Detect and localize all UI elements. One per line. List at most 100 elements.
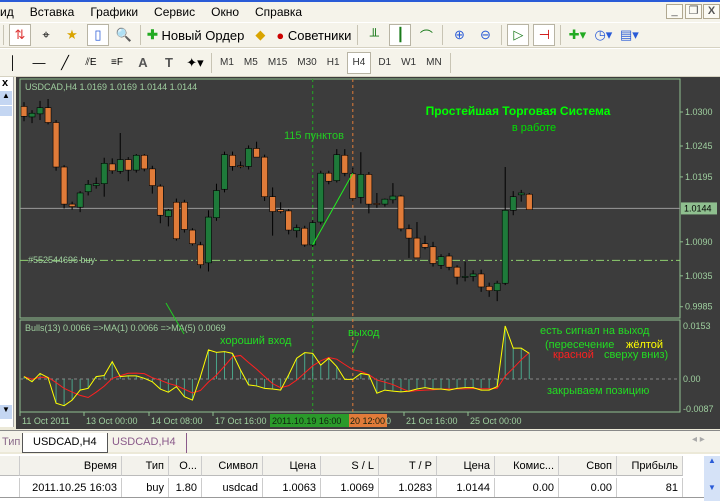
periods-icon[interactable]: ◷▾ xyxy=(592,24,614,46)
candle xyxy=(36,107,44,115)
favorites-icon[interactable]: ★ xyxy=(61,24,83,46)
strategy-subtitle: в работе xyxy=(512,122,556,134)
ma5-line xyxy=(23,352,530,399)
auto-scroll-icon[interactable]: ▷ xyxy=(507,24,530,46)
equidistant-channel-icon[interactable]: ⫽E xyxy=(80,52,102,74)
line-chart-icon[interactable]: ⌒ xyxy=(415,24,437,46)
tf-m5[interactable]: M5 xyxy=(239,57,263,68)
price-tick-label: 1.0195 xyxy=(685,172,713,182)
scroll-down-icon[interactable]: ▼ xyxy=(704,483,720,492)
candle xyxy=(149,168,156,186)
scroll-thumb[interactable] xyxy=(0,106,12,116)
exit-pointer xyxy=(352,339,359,354)
column-header: S / L xyxy=(321,456,379,476)
candle xyxy=(92,183,100,186)
menu-view[interactable]: ид xyxy=(0,5,22,19)
scroll-down-icon[interactable]: ▼ xyxy=(0,405,12,419)
close-position-label: закрываем позицию xyxy=(547,385,649,397)
text-icon[interactable]: A xyxy=(132,52,154,74)
current-price-label: 1.0144 xyxy=(684,203,712,213)
candle xyxy=(205,216,212,264)
chart-tabs: Тип USDCAD,H4 USDCAD,H4 ◂ ▸ xyxy=(0,430,720,453)
navigator-icon[interactable]: ▯ xyxy=(87,24,109,46)
time-label: 14 Oct 08:00 xyxy=(151,416,203,426)
candle xyxy=(357,174,365,198)
tf-mn[interactable]: MN xyxy=(421,57,447,68)
time-label: 13 Oct 00:00 xyxy=(86,416,138,426)
tab-usdcad-h4-active[interactable]: USDCAD,H4 xyxy=(22,433,108,453)
menu-charts[interactable]: Графики xyxy=(82,5,146,19)
bar-chart-icon[interactable]: ╨ xyxy=(363,24,385,46)
crosshair-icon[interactable]: ⌖ xyxy=(35,24,57,46)
scroll-up-icon[interactable]: ▲ xyxy=(0,91,12,105)
candle xyxy=(437,256,445,266)
new-order-button[interactable]: ✚ Новый Ордер xyxy=(146,24,245,46)
tf-h1[interactable]: H1 xyxy=(322,57,345,68)
chart-window[interactable]: USDCAD,H4 1.0169 1.0169 1.0144 1.0144 Пр… xyxy=(16,77,720,429)
arrows-icon[interactable]: ✦▾ xyxy=(184,52,206,74)
zoom-in-icon[interactable]: ⊕ xyxy=(448,24,470,46)
market-watch-icon[interactable]: ⇅ xyxy=(9,24,31,46)
menu-window[interactable]: Окно xyxy=(203,5,247,19)
column-header: Прибыль xyxy=(617,456,683,476)
indicators-icon[interactable]: ✚▾ xyxy=(566,24,588,46)
horizontal-line-icon[interactable]: — xyxy=(28,52,50,74)
candle xyxy=(253,148,260,158)
zoom-out-icon[interactable]: ⊖ xyxy=(474,24,496,46)
tf-h4[interactable]: H4 xyxy=(346,51,372,74)
table-cell: 1.80 xyxy=(169,478,202,497)
tf-m30[interactable]: M30 xyxy=(292,57,321,68)
tf-d1[interactable]: D1 xyxy=(373,57,396,68)
tester-icon[interactable]: 🔍 xyxy=(113,24,135,46)
table-cell: 2011.10.25 16:03 xyxy=(20,478,122,497)
column-header: Время xyxy=(20,456,122,476)
navigator-panel: x ▲ ▼ xyxy=(0,77,14,427)
panel-close-icon[interactable]: x xyxy=(0,77,13,89)
points-label: 115 пунктов xyxy=(284,130,344,142)
time-label: 17 Oct 16:00 xyxy=(215,416,267,426)
tf-m15[interactable]: M15 xyxy=(263,57,292,68)
chart-shift-icon[interactable]: ⊣ xyxy=(533,24,556,46)
alert-icon[interactable]: ◆ xyxy=(249,24,271,46)
candle xyxy=(453,266,461,278)
table-row[interactable]: 2011.10.25 16:03 buy 1.80 usdcad 1.0063 1.006… xyxy=(0,478,708,498)
tab-type[interactable]: Тип xyxy=(0,433,24,453)
indicator-header: Bulls(13) 0.0066 =>MA(1) 0.0066 =>MA(5) … xyxy=(25,323,226,333)
tab-scroll-arrows-icon[interactable]: ◂ ▸ xyxy=(692,434,705,445)
candle xyxy=(52,122,60,168)
menu-tools[interactable]: Сервис xyxy=(146,5,203,19)
candle xyxy=(261,156,268,197)
table-cell: 0.00 xyxy=(495,478,559,497)
candle-chart-icon[interactable]: ┃ xyxy=(389,24,412,46)
tf-w1[interactable]: W1 xyxy=(396,57,421,68)
text-label-icon[interactable]: T xyxy=(158,52,180,74)
experts-button[interactable]: ● Советники xyxy=(275,24,352,46)
templates-icon[interactable]: ▤▾ xyxy=(618,24,640,46)
restore-button[interactable]: ❐ xyxy=(685,4,702,19)
candle xyxy=(229,154,236,167)
tab-usdcad-h4[interactable]: USDCAD,H4 xyxy=(102,433,187,453)
table-scrollbar[interactable]: ▲ ▼ xyxy=(704,456,720,501)
row-gutter xyxy=(0,478,20,497)
candle xyxy=(221,154,228,190)
scroll-up-icon[interactable]: ▲ xyxy=(704,456,720,465)
menu-help[interactable]: Справка xyxy=(247,5,310,19)
column-header: T / P xyxy=(379,456,437,476)
order-label: #552544696 buy xyxy=(28,255,96,265)
time-label: 2011.10.19 16:00 xyxy=(272,416,341,426)
tf-m1[interactable]: M1 xyxy=(215,57,239,68)
menu-insert[interactable]: Вставка xyxy=(22,5,83,19)
close-button[interactable]: X xyxy=(703,4,720,19)
candle xyxy=(20,106,28,117)
trendline-icon[interactable]: ╱ xyxy=(54,52,76,74)
vertical-line-icon[interactable]: │ xyxy=(2,52,24,74)
candle xyxy=(285,210,292,231)
candle xyxy=(365,174,373,205)
table-cell: 81 xyxy=(617,478,683,497)
candle xyxy=(333,154,341,181)
time-label: 11 Oct 2011 xyxy=(22,416,70,426)
minimize-button[interactable]: _ xyxy=(666,4,683,19)
candle xyxy=(509,196,517,211)
fibonacci-icon[interactable]: ≡F xyxy=(106,52,128,74)
price-tick-label: 1.0300 xyxy=(685,107,713,117)
